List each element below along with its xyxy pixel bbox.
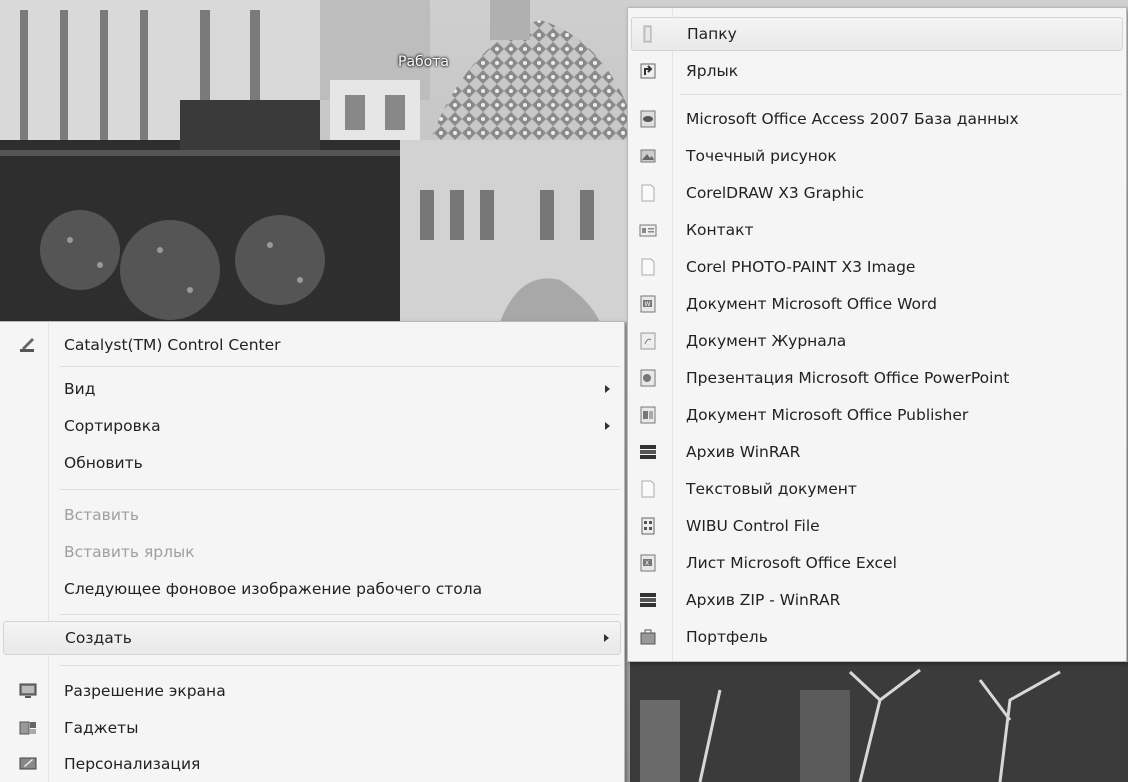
create-submenu: Папку Ярлык Microsoft Office Access 2007…	[627, 7, 1127, 662]
menu-item-label: Персонализация	[64, 755, 201, 773]
submenu-item-photopaint[interactable]: Corel PHOTO-PAINT X3 Image	[628, 250, 1126, 284]
menu-item-view[interactable]: Вид	[0, 372, 624, 406]
submenu-item-zip-winrar[interactable]: Архив ZIP - WinRAR	[628, 583, 1126, 617]
menu-item-catalyst[interactable]: Catalyst(TM) Control Center	[0, 328, 624, 362]
menu-item-label: Папку	[687, 25, 737, 43]
menu-item-label: Сортировка	[64, 417, 161, 435]
menu-item-screen-resolution[interactable]: Разрешение экрана	[0, 674, 624, 708]
menu-item-label: Лист Microsoft Office Excel	[686, 554, 897, 572]
submenu-item-bitmap[interactable]: Точечный рисунок	[628, 139, 1126, 173]
submenu-item-journal[interactable]: Документ Журнала	[628, 324, 1126, 358]
personalization-icon	[19, 757, 37, 770]
briefcase-icon	[640, 629, 656, 645]
submenu-item-excel[interactable]: X Лист Microsoft Office Excel	[628, 546, 1126, 580]
svg-text:W: W	[645, 301, 651, 308]
menu-item-label: Точечный рисунок	[686, 147, 837, 165]
menu-item-label: Презентация Microsoft Office PowerPoint	[686, 369, 1010, 387]
menu-item-label: Ярлык	[686, 62, 739, 80]
menu-item-label: Вставить ярлык	[64, 543, 195, 561]
menu-separator	[60, 665, 620, 666]
menu-item-personalization[interactable]: Персонализация	[0, 747, 624, 781]
menu-item-refresh[interactable]: Обновить	[0, 446, 624, 480]
shortcut-icon	[640, 63, 656, 79]
wibu-icon	[641, 517, 655, 535]
chevron-right-icon	[605, 385, 610, 393]
gadgets-icon	[19, 721, 36, 735]
menu-item-sort[interactable]: Сортировка	[0, 409, 624, 443]
menu-item-gadgets[interactable]: Гаджеты	[0, 711, 624, 745]
submenu-item-coreldraw[interactable]: CorelDRAW X3 Graphic	[628, 176, 1126, 210]
menu-item-label: Обновить	[64, 454, 143, 472]
submenu-item-text-document[interactable]: Текстовый документ	[628, 472, 1126, 506]
zip-winrar-icon	[640, 593, 656, 607]
bitmap-icon	[640, 149, 656, 163]
desktop-folder-label[interactable]: Работа	[398, 54, 449, 70]
folder-icon	[643, 25, 652, 43]
contact-icon	[639, 224, 657, 237]
submenu-item-contact[interactable]: Контакт	[628, 213, 1126, 247]
menu-item-label: Гаджеты	[64, 719, 139, 737]
powerpoint-icon	[640, 369, 656, 387]
menu-item-label: Вставить	[64, 506, 140, 524]
menu-item-create[interactable]: Создать	[3, 621, 621, 655]
desktop-context-menu: Catalyst(TM) Control Center Вид Сортиров…	[0, 321, 625, 782]
menu-item-label: Разрешение экрана	[64, 682, 226, 700]
text-document-icon	[641, 480, 655, 498]
menu-separator	[60, 489, 620, 490]
menu-item-label: Microsoft Office Access 2007 База данных	[686, 110, 1019, 128]
chevron-right-icon	[604, 634, 609, 642]
excel-icon: X	[640, 554, 656, 572]
photopaint-icon	[641, 258, 655, 276]
submenu-item-briefcase[interactable]: Портфель	[628, 620, 1126, 654]
menu-item-label: Следующее фоновое изображение рабочего с…	[64, 580, 483, 598]
menu-item-label: Документ Microsoft Office Word	[686, 295, 937, 313]
screen-resolution-icon	[19, 683, 37, 698]
submenu-item-winrar[interactable]: Архив WinRAR	[628, 435, 1126, 469]
catalyst-icon	[20, 338, 34, 352]
menu-item-next-background[interactable]: Следующее фоновое изображение рабочего с…	[0, 572, 624, 606]
menu-item-label: Архив WinRAR	[686, 443, 801, 461]
menu-item-label: Документ Журнала	[686, 332, 847, 350]
submenu-item-shortcut[interactable]: Ярлык	[628, 54, 1126, 88]
word-icon: W	[640, 295, 656, 313]
menu-separator	[60, 614, 620, 615]
journal-icon	[640, 332, 656, 350]
menu-item-paste: Вставить	[0, 498, 624, 532]
svg-text:X: X	[645, 560, 649, 567]
menu-separator	[60, 366, 620, 367]
menu-item-paste-shortcut: Вставить ярлык	[0, 535, 624, 569]
submenu-item-wibu[interactable]: WIBU Control File	[628, 509, 1126, 543]
menu-item-label: Портфель	[686, 628, 768, 646]
submenu-item-publisher[interactable]: Документ Microsoft Office Publisher	[628, 398, 1126, 432]
menu-item-label: Corel PHOTO-PAINT X3 Image	[686, 258, 916, 276]
menu-item-label: Catalyst(TM) Control Center	[64, 336, 281, 354]
coreldraw-icon	[641, 184, 655, 202]
submenu-item-folder[interactable]: Папку	[631, 17, 1123, 51]
menu-item-label: Вид	[64, 380, 96, 398]
winrar-icon	[640, 445, 656, 459]
access-icon	[640, 110, 656, 128]
menu-item-label: Текстовый документ	[686, 480, 857, 498]
publisher-icon	[640, 406, 656, 424]
menu-item-label: Архив ZIP - WinRAR	[686, 591, 841, 609]
menu-item-label: Документ Microsoft Office Publisher	[686, 406, 969, 424]
menu-item-label: Создать	[65, 629, 132, 647]
menu-item-label: Контакт	[686, 221, 754, 239]
menu-separator	[680, 94, 1122, 95]
submenu-item-powerpoint[interactable]: Презентация Microsoft Office PowerPoint	[628, 361, 1126, 395]
submenu-item-word[interactable]: W Документ Microsoft Office Word	[628, 287, 1126, 321]
menu-item-label: CorelDRAW X3 Graphic	[686, 184, 865, 202]
submenu-item-access[interactable]: Microsoft Office Access 2007 База данных	[628, 102, 1126, 136]
chevron-right-icon	[605, 422, 610, 430]
menu-item-label: WIBU Control File	[686, 517, 820, 535]
